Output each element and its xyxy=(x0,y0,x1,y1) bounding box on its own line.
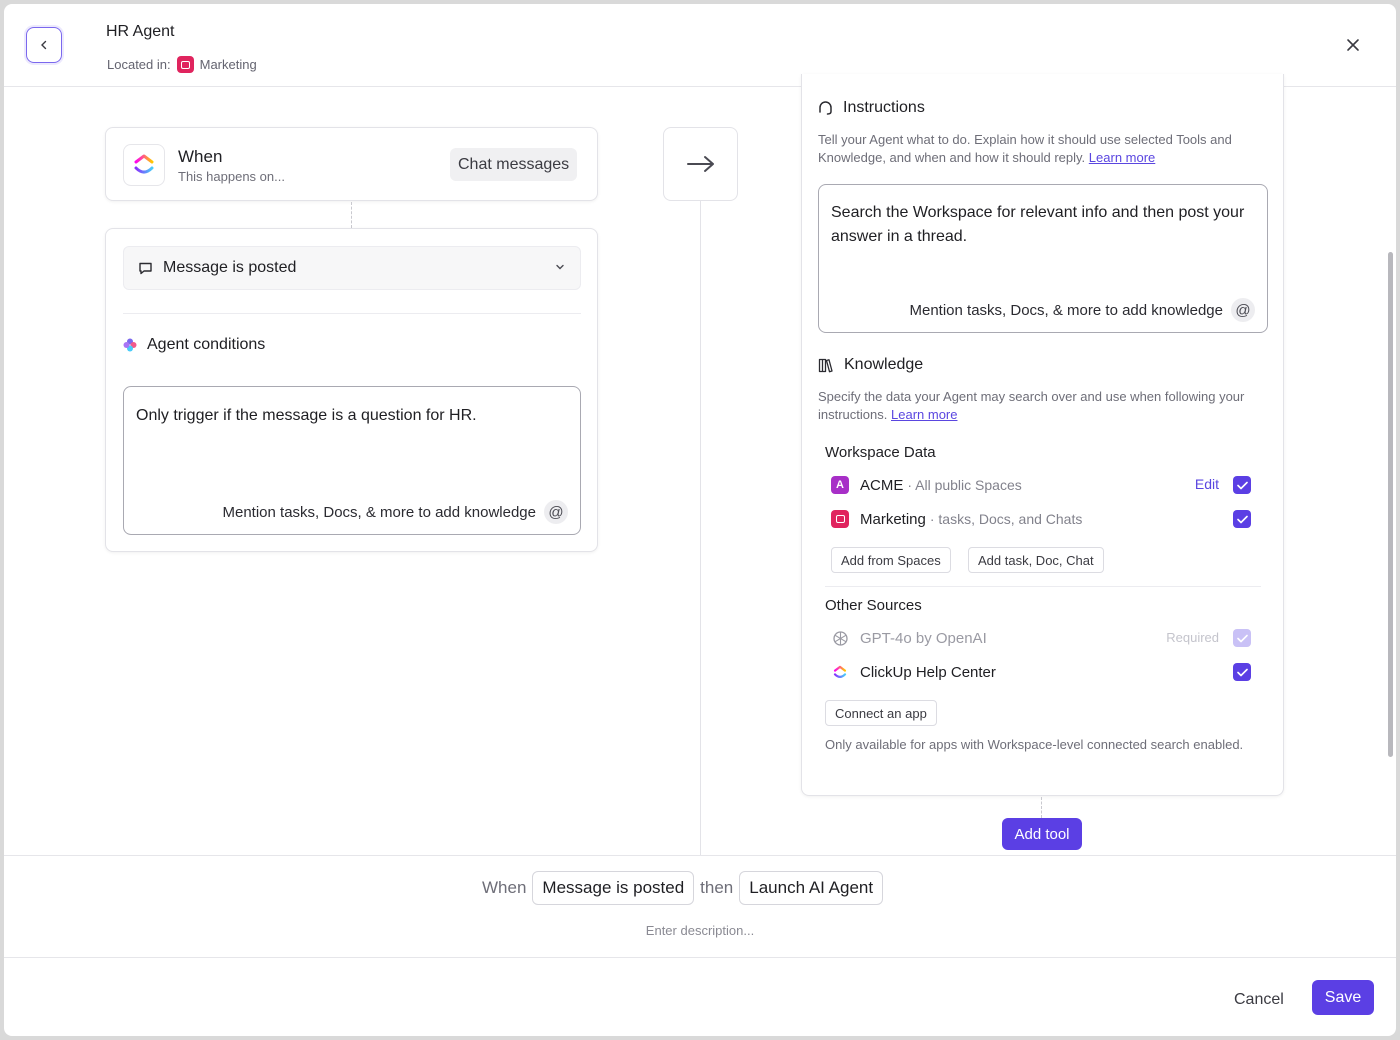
acme-name: ACME xyxy=(860,476,904,494)
marketing-name: Marketing xyxy=(860,510,926,528)
add-tool-button[interactable]: Add tool xyxy=(1002,818,1082,850)
marketing-meta: · tasks, Docs, and Chats xyxy=(929,511,1083,527)
at-mention-icon[interactable]: @ xyxy=(1231,298,1255,322)
clickup-help-name: ClickUp Help Center xyxy=(860,663,996,681)
when-subtitle: This happens on... xyxy=(178,169,285,184)
conditions-text: Only trigger if the message is a questio… xyxy=(136,407,477,424)
clickup-help-checkbox[interactable] xyxy=(1233,663,1251,681)
marketing-checkbox[interactable] xyxy=(1233,510,1251,528)
other-sources-title: Other Sources xyxy=(825,597,922,614)
checkmark-icon xyxy=(1236,481,1248,489)
books-icon xyxy=(818,358,833,372)
event-select[interactable]: Message is posted xyxy=(123,246,581,290)
instructions-text: Search the Workspace for relevant info a… xyxy=(831,204,1245,245)
trigger-when-card[interactable]: When This happens on... Chat messages xyxy=(105,127,598,201)
located-space[interactable]: Marketing xyxy=(200,57,257,72)
knowledge-title: Knowledge xyxy=(818,356,923,374)
instructions-learn-more-link[interactable]: Learn more xyxy=(1089,150,1155,165)
acme-checkbox[interactable] xyxy=(1233,476,1251,494)
sparkle-icon xyxy=(123,338,137,352)
description-input[interactable]: Enter description... xyxy=(4,923,1396,938)
conditions-input[interactable]: Only trigger if the message is a questio… xyxy=(123,386,581,535)
instructions-input[interactable]: Search the Workspace for relevant info a… xyxy=(818,184,1268,333)
mention-hint-text: Mention tasks, Docs, & more to add knowl… xyxy=(222,503,537,521)
instructions-title: Instructions xyxy=(818,99,925,117)
trigger-details-card: Message is posted Agent conditions Only … xyxy=(105,228,598,552)
marketing-space-icon xyxy=(831,510,849,528)
save-button[interactable]: Save xyxy=(1312,980,1374,1015)
instructions-description: Tell your Agent what to do. Explain how … xyxy=(818,131,1268,167)
checkmark-icon xyxy=(1236,515,1248,523)
connect-app-button[interactable]: Connect an app xyxy=(825,700,937,726)
required-label: Required xyxy=(1166,630,1219,645)
chevron-down-icon xyxy=(556,264,564,270)
page-title: HR Agent xyxy=(106,23,175,40)
workspace-item-acme: A ACME · All public Spaces Edit xyxy=(831,473,1251,497)
flow-arrow xyxy=(663,127,738,201)
connector-line xyxy=(351,202,352,228)
divider xyxy=(825,586,1261,587)
gpt4o-checkbox xyxy=(1233,629,1251,647)
located-label: Located in: xyxy=(107,57,171,72)
summary-action-chip[interactable]: Launch AI Agent xyxy=(739,871,884,905)
instructions-mention-hint: Mention tasks, Docs, & more to add knowl… xyxy=(909,298,1255,322)
agent-modal: HR Agent Located in: Marketing When This… xyxy=(4,4,1396,1036)
acme-avatar-icon: A xyxy=(831,476,849,494)
add-task-doc-chat-button[interactable]: Add task, Doc, Chat xyxy=(968,547,1104,573)
gpt4o-name: GPT-4o by OpenAI xyxy=(860,629,987,647)
event-select-value: Message is posted xyxy=(163,259,297,276)
scrollbar[interactable] xyxy=(1388,252,1393,757)
knowledge-description: Specify the data your Agent may search o… xyxy=(818,388,1268,424)
instructions-mention-text: Mention tasks, Docs, & more to add knowl… xyxy=(909,301,1224,319)
connector-line xyxy=(1041,797,1042,818)
agent-action-card: Instructions Tell your Agent what to do.… xyxy=(801,74,1284,796)
workspace-item-marketing: Marketing · tasks, Docs, and Chats xyxy=(831,507,1251,531)
acme-edit-link[interactable]: Edit xyxy=(1195,476,1219,492)
agent-conditions-title: Agent conditions xyxy=(123,336,265,354)
knowledge-label: Knowledge xyxy=(844,356,924,373)
summary-then: then xyxy=(700,878,734,897)
workspace-data-title: Workspace Data xyxy=(825,444,936,461)
instructions-desc-text: Tell your Agent what to do. Explain how … xyxy=(818,132,1232,165)
at-mention-icon[interactable]: @ xyxy=(544,500,568,524)
message-icon xyxy=(139,262,152,274)
connect-note: Only available for apps with Workspace-l… xyxy=(825,737,1244,752)
arrow-right-icon xyxy=(686,156,714,172)
other-item-clickup-help: ClickUp Help Center xyxy=(831,660,1251,684)
divider xyxy=(123,313,581,314)
flow-line xyxy=(700,201,701,856)
checkmark-icon xyxy=(1236,668,1248,676)
mention-hint: Mention tasks, Docs, & more to add knowl… xyxy=(222,500,568,524)
clickup-logo-icon xyxy=(123,144,165,186)
summary-when: When xyxy=(482,878,527,897)
modal-footer: Cancel Save xyxy=(4,959,1396,1036)
checkmark-icon xyxy=(1236,634,1248,642)
knowledge-learn-more-link[interactable]: Learn more xyxy=(891,407,957,422)
knowledge-desc-text: Specify the data your Agent may search o… xyxy=(818,389,1245,422)
automation-summary: When Message is posted then Launch AI Ag… xyxy=(4,855,1396,958)
chevron-left-icon xyxy=(41,40,47,50)
instructions-label: Instructions xyxy=(843,99,925,116)
back-button[interactable] xyxy=(26,27,62,63)
when-title: When xyxy=(178,147,223,166)
openai-icon xyxy=(831,629,849,647)
chat-messages-chip[interactable]: Chat messages xyxy=(450,148,578,181)
clickup-logo-icon xyxy=(831,663,849,681)
headset-icon xyxy=(819,101,832,115)
marketing-space-icon xyxy=(176,56,194,73)
summary-line: When Message is posted then Launch AI Ag… xyxy=(482,871,884,905)
other-item-gpt4o: GPT-4o by OpenAI Required xyxy=(831,626,1251,650)
conditions-label: Agent conditions xyxy=(147,336,266,353)
summary-trigger-chip[interactable]: Message is posted xyxy=(532,871,695,905)
location-breadcrumb: Located in: Marketing xyxy=(107,56,257,73)
close-icon[interactable] xyxy=(1344,36,1362,54)
acme-meta: · All public Spaces xyxy=(907,477,1022,493)
add-from-spaces-button[interactable]: Add from Spaces xyxy=(831,547,951,573)
cancel-button[interactable]: Cancel xyxy=(1222,983,1296,1017)
